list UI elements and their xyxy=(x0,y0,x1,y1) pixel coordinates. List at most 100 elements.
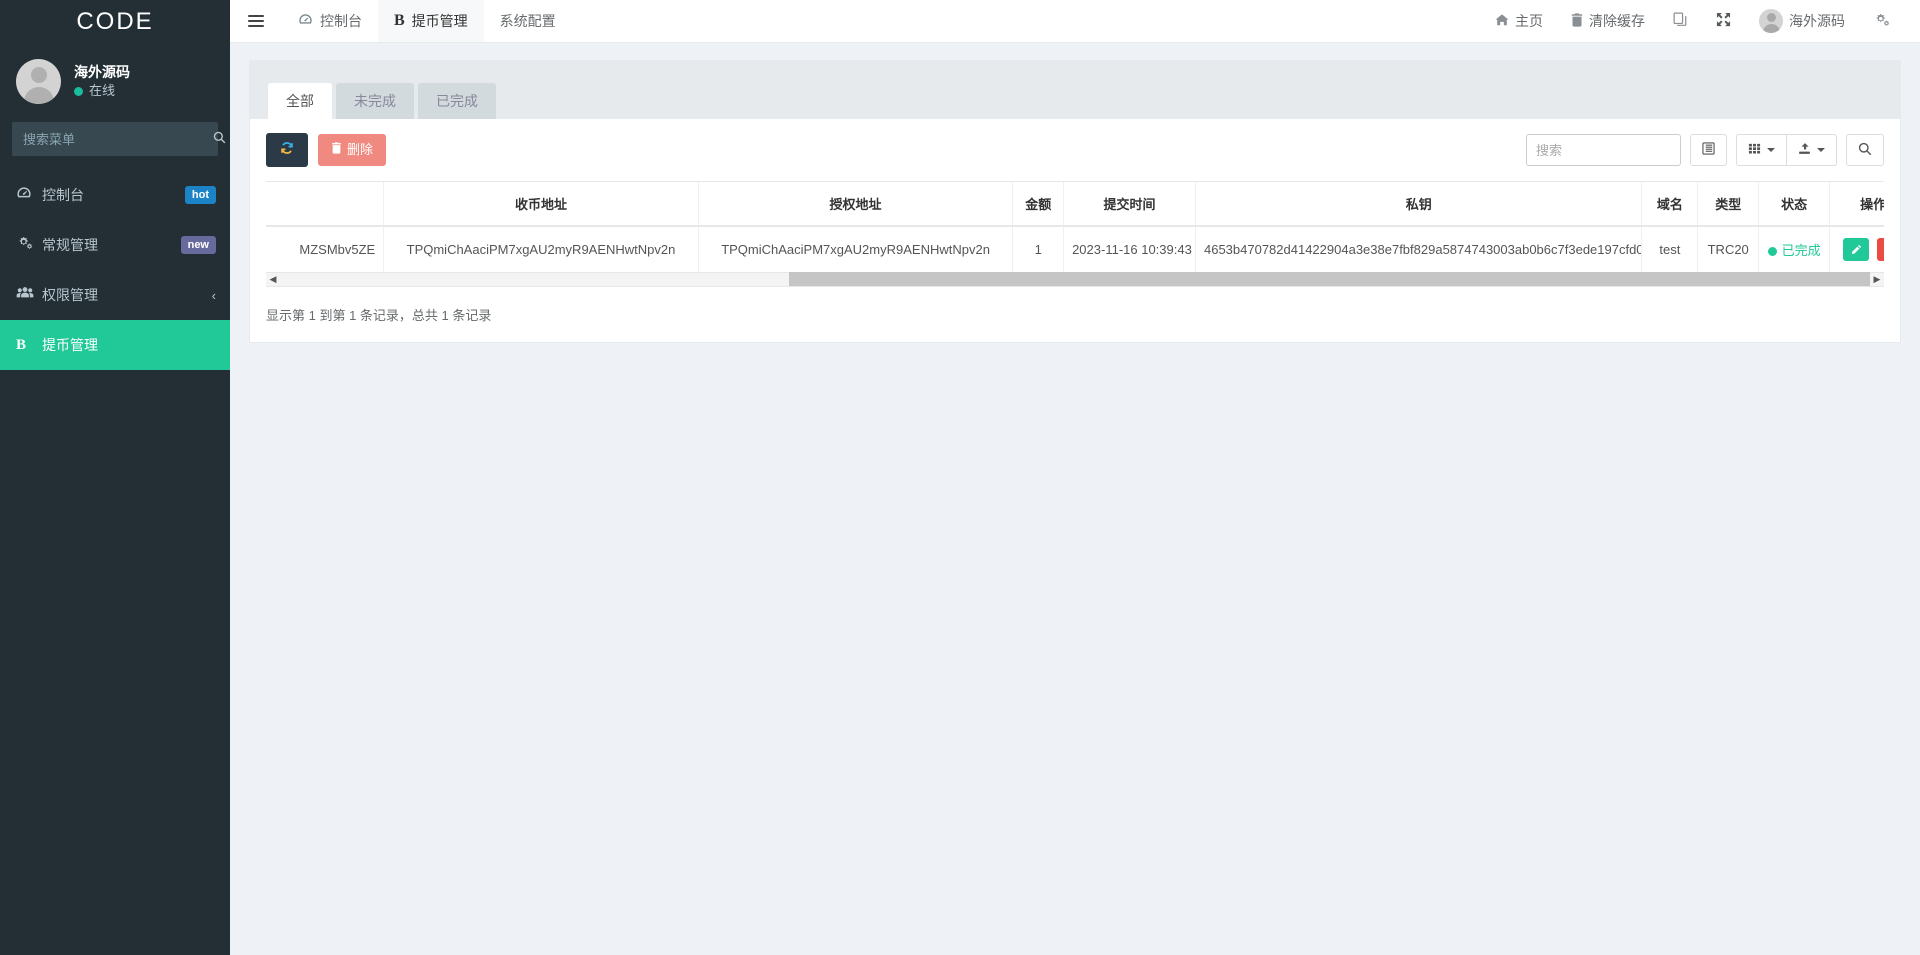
scrollbar-track[interactable] xyxy=(280,272,1870,287)
profile-name: 海外源码 xyxy=(74,63,130,80)
hamburger-icon[interactable] xyxy=(230,0,282,42)
sidebar-item-label: 权限管理 xyxy=(42,287,98,303)
sidebar-badge-new: new xyxy=(180,235,216,255)
top-header: 控制台 B 提币管理 系统配置 主页 清除缓存 海外源码 xyxy=(230,0,1920,43)
settings-button[interactable] xyxy=(1859,0,1904,43)
sidebar-profile[interactable]: 海外源码 在线 xyxy=(0,43,230,118)
search-input[interactable] xyxy=(1526,134,1681,167)
avatar xyxy=(16,59,61,104)
fullscreen-button[interactable] xyxy=(1702,0,1745,43)
withdraw-table: 收币地址 授权地址 金额 提交时间 私钥 域名 类型 状态 操作 MZSMbv5… xyxy=(266,181,1884,273)
user-name-label: 海外源码 xyxy=(1789,13,1845,29)
toolbar-button-group-3 xyxy=(1846,134,1884,167)
users-icon xyxy=(16,286,42,304)
copy-button[interactable] xyxy=(1659,0,1702,43)
sidebar-item-label: 提币管理 xyxy=(42,337,98,353)
cell-recv-address: TPQmiChAaciPM7xgAU2myR9AENHwtNpv2n xyxy=(383,225,699,273)
fullscreen-icon xyxy=(1716,12,1731,30)
avatar-icon xyxy=(1759,9,1783,33)
columns-dropdown-button[interactable] xyxy=(1736,134,1787,167)
pencil-icon xyxy=(1851,244,1861,255)
sidebar-search[interactable] xyxy=(12,122,226,156)
top-nav: 控制台 B 提币管理 系统配置 xyxy=(282,0,572,42)
column-header-private-key[interactable]: 私钥 xyxy=(1195,181,1643,227)
scroll-left-arrow-icon[interactable]: ◀ xyxy=(266,274,280,285)
chevron-down-icon xyxy=(1767,148,1775,153)
column-header-status[interactable]: 状态 xyxy=(1758,181,1831,227)
column-header-submit-time[interactable]: 提交时间 xyxy=(1063,181,1196,227)
trash-icon xyxy=(1571,12,1583,30)
delete-row-button[interactable] xyxy=(1876,237,1884,261)
tab-panel-body: 删除 搜索 收币地址 授权地址 金额 提交时间 私钥 域名 类型 状态 操作 M… xyxy=(250,119,1900,342)
delete-button-label: 删除 xyxy=(347,142,374,158)
delete-button[interactable]: 删除 xyxy=(318,134,387,166)
sidebar-badge-hot: hot xyxy=(184,185,216,205)
panel: 全部 未完成 已完成 删除 搜索 收币地址 授权地址 金额 提交时间 私钥 域名… xyxy=(249,60,1901,343)
table-scroll-container: 收币地址 授权地址 金额 提交时间 私钥 域名 类型 状态 操作 MZSMbv5… xyxy=(266,180,1884,273)
dashboard-icon xyxy=(16,185,42,205)
column-header-auth-address[interactable]: 授权地址 xyxy=(698,181,1014,227)
refresh-button[interactable] xyxy=(266,133,308,167)
search-icon xyxy=(1858,142,1872,159)
cell-auth-address: TPQmiChAaciPM7xgAU2myR9AENHwtNpv2n xyxy=(698,225,1014,273)
chevron-left-icon: ‹ xyxy=(211,287,216,303)
status-tabs: 全部 未完成 已完成 xyxy=(250,61,1900,120)
column-header-actions[interactable]: 操作 xyxy=(1829,181,1884,227)
clear-cache-label: 清除缓存 xyxy=(1589,13,1645,29)
home-icon xyxy=(1495,13,1509,30)
sidebar-item-control-panel[interactable]: 控制台 hot xyxy=(0,170,230,220)
table-row[interactable]: MZSMbv5ZE TPQmiChAaciPM7xgAU2myR9AENHwtN… xyxy=(266,225,1884,273)
bitcoin-b-icon: B xyxy=(394,12,405,29)
advanced-search-button[interactable] xyxy=(1846,134,1884,167)
cell-amount: 1 xyxy=(1012,225,1065,273)
menu-search-input[interactable] xyxy=(13,131,209,147)
cell-domain: test xyxy=(1641,225,1699,273)
tab-system-config[interactable]: 系统配置 xyxy=(484,0,572,42)
tab-incomplete[interactable]: 未完成 xyxy=(336,83,414,120)
export-dropdown-button[interactable] xyxy=(1787,134,1837,167)
sidebar-item-general-management[interactable]: 常规管理 new xyxy=(0,220,230,270)
tab-complete[interactable]: 已完成 xyxy=(418,83,496,120)
clear-cache-button[interactable]: 清除缓存 xyxy=(1557,0,1659,43)
column-header-id[interactable] xyxy=(266,181,385,227)
online-dot-icon xyxy=(74,87,83,97)
home-button[interactable]: 主页 xyxy=(1481,0,1557,43)
column-header-type[interactable]: 类型 xyxy=(1697,181,1760,227)
table-tools xyxy=(1526,134,1884,167)
sidebar-item-withdraw-management[interactable]: B 提币管理 xyxy=(0,320,230,370)
horizontal-scrollbar[interactable]: ◀ ▶ xyxy=(266,272,1884,287)
sidebar: CODE 海外源码 在线 控制台 hot xyxy=(0,0,230,955)
toolbar-button-group-2 xyxy=(1736,134,1837,167)
sidebar-item-label: 常规管理 xyxy=(42,237,98,253)
column-header-amount[interactable]: 金额 xyxy=(1012,181,1065,227)
toolbar-button-group-1 xyxy=(1690,134,1727,167)
copy-icon xyxy=(1673,12,1688,30)
main-content: 全部 未完成 已完成 删除 搜索 收币地址 授权地址 金额 提交时间 私钥 域名… xyxy=(230,43,1920,955)
tab-all[interactable]: 全部 xyxy=(268,83,332,120)
table-header-row: 收币地址 授权地址 金额 提交时间 私钥 域名 类型 状态 操作 xyxy=(266,181,1884,227)
brand-logo[interactable]: CODE xyxy=(0,0,230,43)
sidebar-nav: 控制台 hot 常规管理 new 权限管理 ‹ B 提币管理 xyxy=(0,170,230,370)
scroll-right-arrow-icon[interactable]: ▶ xyxy=(1870,274,1884,285)
user-menu[interactable]: 海外源码 xyxy=(1745,0,1859,43)
refresh-icon xyxy=(280,141,294,159)
tab-withdraw-management[interactable]: B 提币管理 xyxy=(378,0,484,42)
columns-icon xyxy=(1702,142,1715,158)
export-icon xyxy=(1798,142,1811,158)
scrollbar-thumb[interactable] xyxy=(788,272,1870,287)
cell-submit-time: 2023-11-16 10:39:43 xyxy=(1063,225,1196,273)
sidebar-item-permission-management[interactable]: 权限管理 ‹ xyxy=(0,270,230,320)
table-record-info: 显示第 1 到第 1 条记录，总共 1 条记录 xyxy=(266,307,492,323)
tab-label: 系统配置 xyxy=(499,13,556,29)
toggle-view-button[interactable] xyxy=(1690,134,1727,167)
column-header-domain[interactable]: 域名 xyxy=(1641,181,1699,227)
trash-icon xyxy=(331,142,342,158)
tab-control-panel[interactable]: 控制台 xyxy=(282,0,378,42)
header-right-actions: 主页 清除缓存 海外源码 xyxy=(1481,0,1920,42)
column-header-recv-address[interactable]: 收币地址 xyxy=(383,181,699,227)
sidebar-item-label: 控制台 xyxy=(42,187,84,203)
cell-type: TRC20 xyxy=(1697,225,1760,273)
dashboard-icon xyxy=(298,12,313,30)
edit-row-button[interactable] xyxy=(1843,237,1870,261)
search-icon[interactable] xyxy=(209,131,230,147)
